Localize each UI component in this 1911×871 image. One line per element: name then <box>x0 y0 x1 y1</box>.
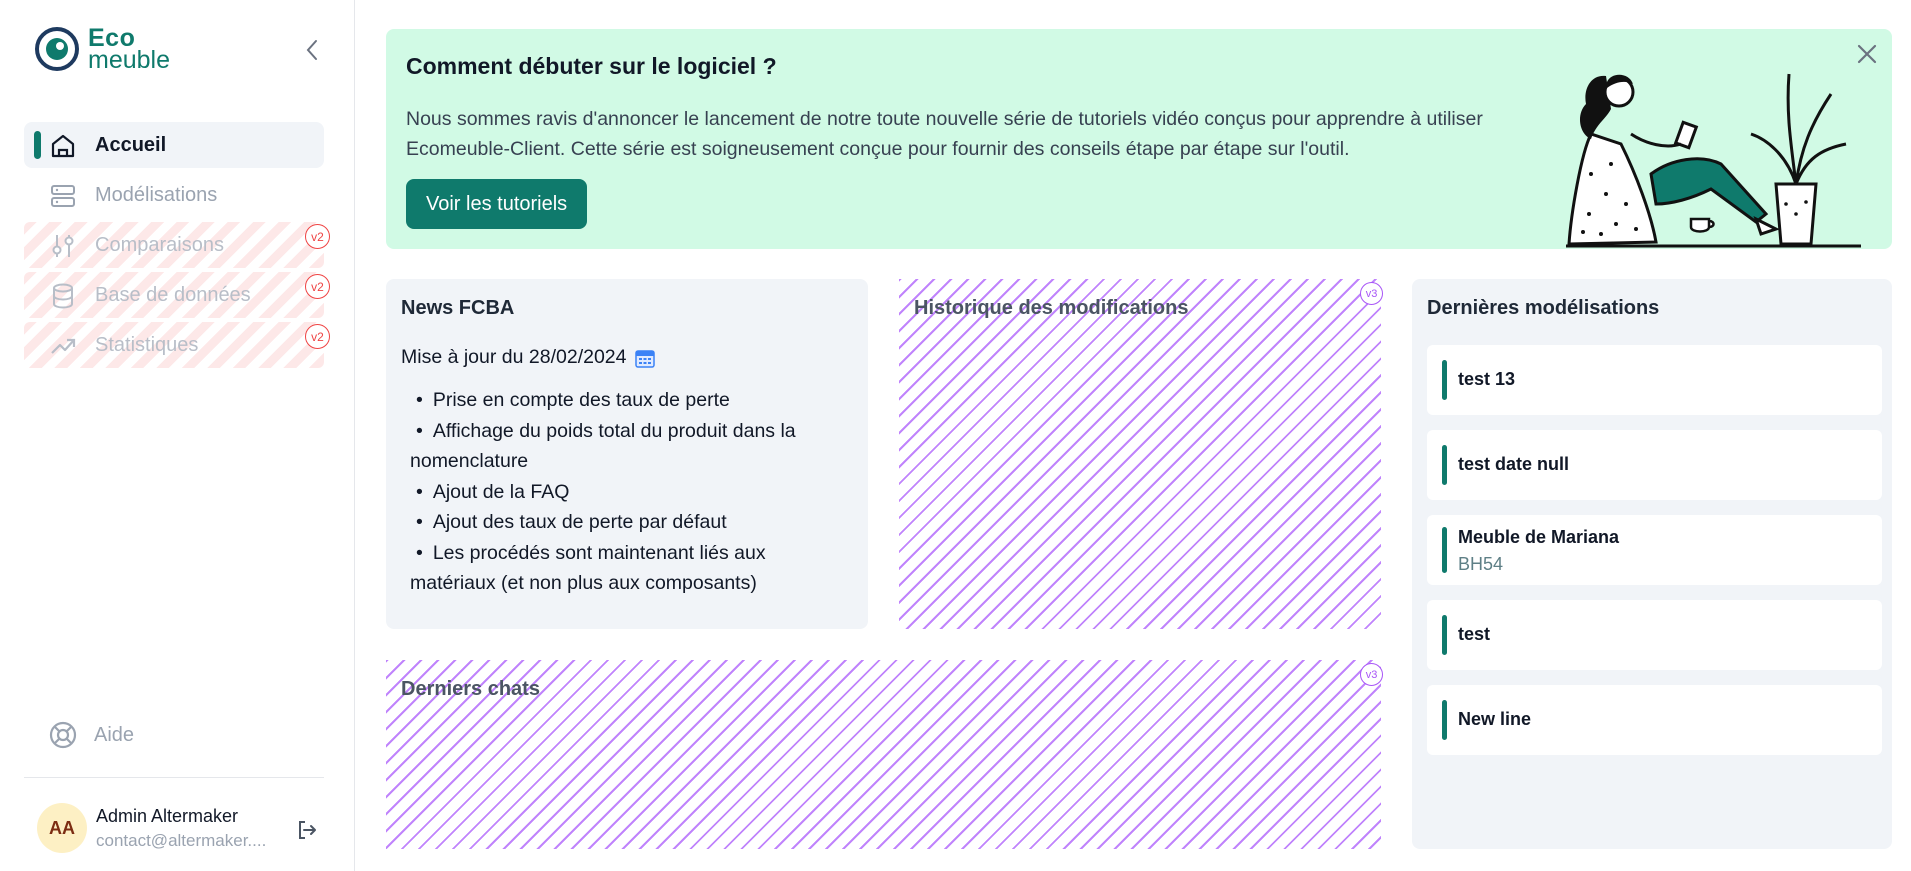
banner-title: Comment débuter sur le logiciel ? <box>406 53 777 79</box>
news-update-date: Mise à jour du 28/02/2024 <box>401 346 656 369</box>
sidebar-divider <box>24 777 324 778</box>
user-profile[interactable]: AA Admin Altermaker contact@altermaker..… <box>37 803 274 853</box>
news-item: Ajout des taux de perte par défaut <box>410 507 850 538</box>
v2-badge: v2 <box>305 224 330 249</box>
model-item[interactable]: Meuble de Mariana BH54 <box>1427 515 1882 585</box>
model-indicator <box>1442 615 1447 655</box>
v3-badge: v3 <box>1360 282 1383 305</box>
latest-models-title: Dernières modélisations <box>1427 297 1660 319</box>
sidebar-item-statistiques[interactable]: Statistiques v2 <box>24 322 330 368</box>
help-label: Aide <box>94 723 135 746</box>
model-item[interactable]: test date null <box>1427 430 1882 500</box>
calendar-icon <box>634 349 655 368</box>
chats-card: Derniers chats v3 <box>386 660 1383 849</box>
view-tutorials-button[interactable]: Voir les tutoriels <box>406 179 588 229</box>
news-item: Les procédés sont maintenant liés aux ma… <box>410 538 850 599</box>
collapse-sidebar-button[interactable] <box>300 38 324 62</box>
news-card: News FCBA Mise à jour du 28/02/2024 Pris… <box>386 279 868 629</box>
news-update-label: Mise à jour du 28/02/2024 <box>401 346 627 368</box>
model-code: BH54 <box>1458 554 1504 574</box>
history-title: Historique des modifications <box>914 297 1189 319</box>
v2-badge: v2 <box>305 324 330 349</box>
model-name: Meuble de Mariana <box>1458 527 1620 547</box>
latest-models-card: Dernières modélisations test 13 test dat… <box>1412 279 1892 849</box>
sidebar-item-label: Accueil <box>95 133 167 156</box>
sidebar-item-base-de-donnees[interactable]: Base de données v2 <box>24 272 330 318</box>
model-name: test 13 <box>1458 369 1516 389</box>
sidebar-item-label: Modélisations <box>95 183 218 206</box>
logo[interactable]: Eco meuble <box>34 26 170 74</box>
lifebuoy-icon <box>49 721 77 749</box>
model-indicator <box>1442 445 1447 485</box>
model-item[interactable]: test <box>1427 600 1882 670</box>
banner-text: Nous sommes ravis d'annoncer le lancemen… <box>406 108 1483 160</box>
user-info: Admin Altermaker contact@altermaker.... <box>96 806 274 851</box>
chevron-left-icon <box>306 40 317 60</box>
sidebar-item-accueil[interactable]: Accueil <box>24 122 324 168</box>
model-indicator <box>1442 700 1447 740</box>
logout-icon <box>299 821 316 839</box>
news-item: Affichage du poids total du produit dans… <box>410 416 850 477</box>
help-link[interactable]: Aide <box>48 720 134 750</box>
chats-title: Derniers chats <box>401 678 540 700</box>
v3-badge: v3 <box>1360 663 1383 686</box>
model-indicator <box>1442 527 1447 573</box>
server-icon <box>51 185 75 207</box>
sidebar-item-comparaisons[interactable]: Comparaisons v2 <box>24 222 330 268</box>
v2-badge: v2 <box>305 274 330 299</box>
reading-person-illustration <box>1566 73 1861 248</box>
history-card: Historique des modifications v3 <box>899 279 1383 629</box>
sidebar-item-modelisations[interactable]: Modélisations <box>24 172 324 218</box>
logo-text: Eco meuble <box>88 26 170 74</box>
sidebar-item-label: Comparaisons <box>95 233 224 256</box>
database-icon <box>53 283 73 309</box>
model-name: test date null <box>1458 454 1570 474</box>
model-item[interactable]: test 13 <box>1427 345 1882 415</box>
model-item[interactable]: New line <box>1427 685 1882 755</box>
model-name: New line <box>1458 709 1532 729</box>
tutorial-banner: Comment débuter sur le logiciel ? Nous s… <box>386 29 1892 249</box>
news-list: Prise en compte des taux de perte Affich… <box>410 385 850 599</box>
sidebar-nav: Accueil Modélisations Comparaisons v2 Ba… <box>24 122 330 372</box>
model-indicator <box>1442 360 1447 400</box>
sliders-icon <box>52 235 74 257</box>
avatar: AA <box>37 803 87 853</box>
news-item: Prise en compte des taux de perte <box>410 385 850 416</box>
app-root: Eco meuble Accueil Modélisations Compara… <box>0 0 1911 871</box>
news-item: Ajout de la FAQ <box>410 477 850 508</box>
model-name: test <box>1458 624 1491 644</box>
home-icon <box>51 134 75 158</box>
logout-button[interactable] <box>295 818 319 842</box>
logo-line-2: meuble <box>88 46 170 74</box>
sidebar-item-label: Statistiques <box>95 333 199 356</box>
news-title: News FCBA <box>401 297 515 319</box>
sidebar-item-label: Base de données <box>95 283 251 306</box>
active-indicator <box>34 131 41 159</box>
sidebar: Eco meuble Accueil Modélisations Compara… <box>0 0 355 871</box>
user-email: contact@altermaker.... <box>96 830 267 850</box>
logo-mark-icon <box>35 27 79 71</box>
user-name: Admin Altermaker <box>96 805 239 826</box>
trending-up-icon <box>51 338 76 354</box>
